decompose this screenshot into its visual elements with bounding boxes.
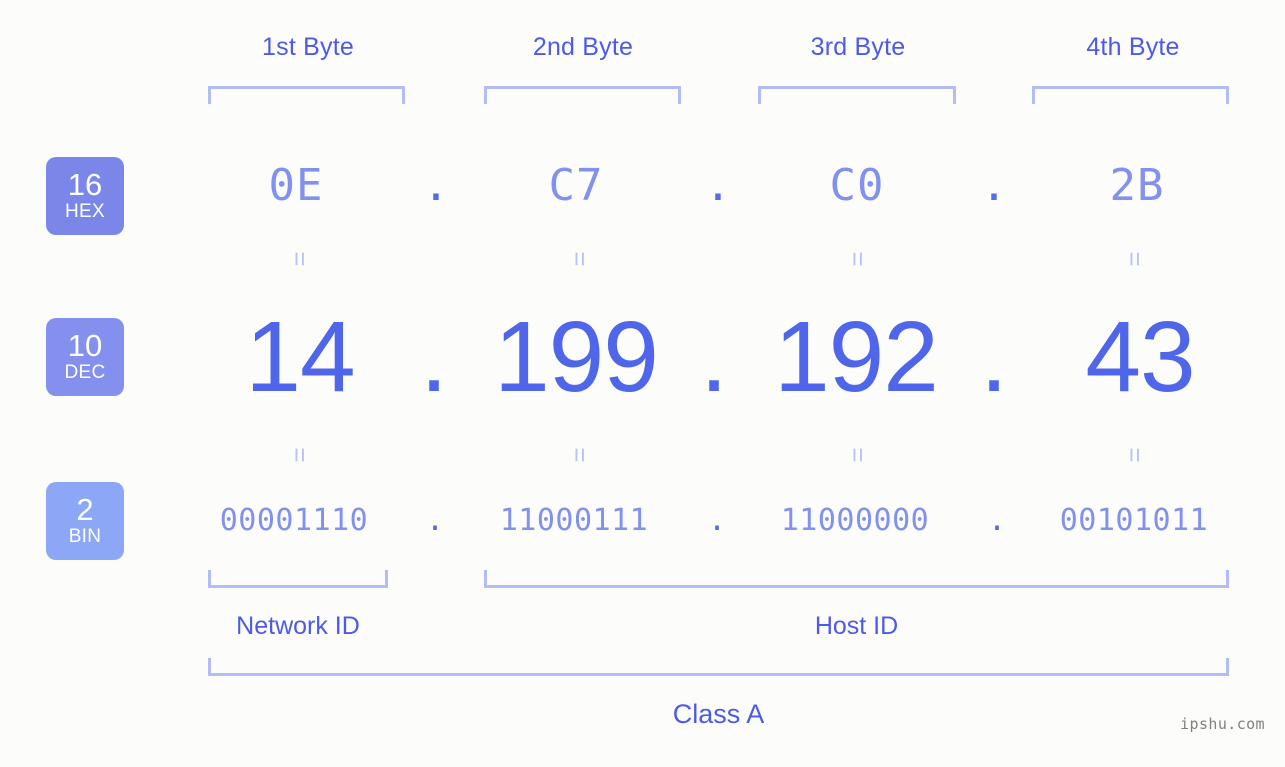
base-badge-dec: 10 DEC bbox=[46, 318, 124, 396]
bin-byte-1: 00001110 bbox=[219, 503, 369, 538]
bin-byte-2: 11000111 bbox=[499, 503, 649, 538]
base-badge-bin: 2 BIN bbox=[46, 482, 124, 560]
host-id-bracket-icon bbox=[484, 570, 1229, 588]
equals-icon-dec-bin-3: = bbox=[843, 447, 873, 463]
base-badge-hex-name: HEX bbox=[65, 201, 105, 222]
byte-bracket-4-icon bbox=[1032, 86, 1229, 104]
dec-byte-1: 14 bbox=[245, 301, 355, 413]
byte-bracket-3-icon bbox=[758, 86, 956, 104]
equals-icon-hex-dec-1: = bbox=[285, 251, 315, 267]
hex-separator-2: . bbox=[704, 160, 732, 211]
base-badge-hex-number: 16 bbox=[67, 167, 103, 202]
equals-icon-hex-dec-2: = bbox=[565, 251, 595, 267]
equals-icon-hex-dec-4: = bbox=[1120, 251, 1150, 267]
hex-byte-4: 2B bbox=[1109, 160, 1165, 211]
base-badge-bin-number: 2 bbox=[76, 492, 94, 527]
byte-bracket-1-icon bbox=[208, 86, 405, 104]
equals-icon-hex-dec-3: = bbox=[843, 251, 873, 267]
byte-header-label-3: 3rd Byte bbox=[810, 33, 906, 61]
byte-header-label-1: 1st Byte bbox=[262, 33, 354, 61]
dec-separator-2: . bbox=[700, 301, 728, 413]
hex-separator-1: . bbox=[422, 160, 450, 211]
dec-byte-4: 43 bbox=[1085, 301, 1195, 413]
site-watermark: ipshu.com bbox=[1180, 715, 1265, 733]
bin-separator-3: . bbox=[987, 503, 1007, 538]
hex-byte-2: C7 bbox=[548, 160, 604, 211]
equals-icon-dec-bin-4: = bbox=[1120, 447, 1150, 463]
network-id-bracket-icon bbox=[208, 570, 388, 588]
dec-separator-3: . bbox=[980, 301, 1008, 413]
byte-header-label-4: 4th Byte bbox=[1086, 33, 1180, 61]
equals-icon-dec-bin-1: = bbox=[285, 447, 315, 463]
base-badge-bin-name: BIN bbox=[68, 526, 102, 547]
ip-class-label: Class A bbox=[672, 699, 765, 729]
byte-header-label-2: 2nd Byte bbox=[532, 33, 634, 61]
dec-byte-2: 199 bbox=[494, 301, 659, 413]
ip-class-bracket-icon bbox=[208, 658, 1229, 676]
ip-address-diagram: 1st Byte 2nd Byte 3rd Byte 4th Byte 16 H… bbox=[0, 0, 1285, 767]
base-badge-hex: 16 HEX bbox=[46, 157, 124, 235]
hex-byte-1: 0E bbox=[268, 160, 324, 211]
equals-icon-dec-bin-2: = bbox=[565, 447, 595, 463]
byte-bracket-2-icon bbox=[484, 86, 681, 104]
bin-byte-4: 00101011 bbox=[1059, 503, 1209, 538]
dec-byte-3: 192 bbox=[774, 301, 939, 413]
bin-byte-3: 11000000 bbox=[780, 503, 930, 538]
network-id-label: Network ID bbox=[236, 612, 360, 640]
base-badge-dec-name: DEC bbox=[64, 362, 106, 383]
bin-separator-2: . bbox=[707, 503, 727, 538]
bin-separator-1: . bbox=[425, 503, 445, 538]
hex-byte-3: C0 bbox=[829, 160, 885, 211]
host-id-label: Host ID bbox=[814, 612, 899, 640]
base-badge-dec-number: 10 bbox=[67, 328, 103, 363]
dec-separator-1: . bbox=[420, 301, 448, 413]
hex-separator-3: . bbox=[980, 160, 1008, 211]
